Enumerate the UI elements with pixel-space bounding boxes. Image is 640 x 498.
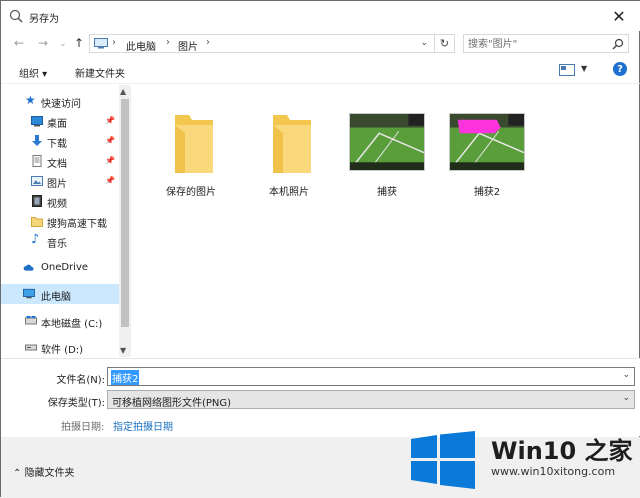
nav-item-local-disk-c[interactable]: 本地磁盘 (C:): [1, 311, 119, 331]
forward-arrow-icon[interactable]: →: [35, 35, 51, 51]
pin-icon: 📌: [105, 156, 115, 165]
back-arrow-icon[interactable]: ←: [11, 35, 27, 51]
star-icon: ★: [25, 93, 36, 107]
date-taken-link[interactable]: 指定拍摄日期: [113, 418, 173, 433]
recent-locations-chevron-icon[interactable]: ⌄: [55, 35, 71, 51]
nav-item-onedrive[interactable]: OneDrive: [1, 258, 119, 278]
document-icon: [32, 155, 42, 167]
nav-item-quick-access[interactable]: ★ 快速访问: [1, 91, 119, 111]
filetype-select[interactable]: 可移植网络图形文件(PNG) ⌄: [107, 390, 635, 409]
image-thumbnail: [449, 113, 525, 171]
folder-icon: [175, 115, 213, 173]
watermark: Win10 之家 www.win10xitong.com: [407, 425, 639, 495]
search-box[interactable]: [463, 34, 629, 53]
search-icon: [612, 38, 624, 50]
file-item-saved-pictures[interactable]: 保存的图片: [143, 95, 239, 198]
search-input[interactable]: [468, 37, 608, 51]
navigation-pane: ★ 快速访问 桌面 📌 下载 📌 文档 📌 图片 📌 视频 搜狗高速下载 ♪ 音…: [1, 85, 131, 357]
nav-item-documents[interactable]: 文档 📌: [1, 151, 119, 171]
cloud-icon: [23, 264, 34, 271]
filename-field[interactable]: 捕获2 ⌄: [107, 367, 635, 386]
nav-item-sogou-downloads[interactable]: 搜狗高速下载: [1, 211, 119, 231]
drive-icon: [25, 344, 37, 351]
video-icon: [32, 195, 42, 207]
command-bar: 组织 ▾ 新建文件夹 ▼ ?: [1, 58, 640, 84]
filetype-row: 保存类型(T): 可移植网络图形文件(PNG) ⌄: [1, 390, 640, 410]
save-dialog-icon: [9, 9, 23, 23]
breadcrumb-pictures[interactable]: 图片: [178, 38, 198, 53]
picture-icon: [31, 176, 43, 186]
breadcrumb-separator-icon: ›: [112, 37, 116, 48]
nav-item-music[interactable]: ♪ 音乐: [1, 231, 119, 251]
chevron-up-icon: ⌃: [13, 468, 25, 479]
breadcrumb-separator-icon: ›: [206, 37, 210, 48]
view-options-icon[interactable]: [559, 64, 575, 76]
refresh-button[interactable]: ↻: [435, 34, 455, 53]
scroll-up-icon[interactable]: ▲: [120, 87, 126, 96]
nav-item-desktop[interactable]: 桌面 📌: [1, 111, 119, 131]
date-taken-label: 拍摄日期:: [61, 422, 105, 433]
hide-folders-button[interactable]: ⌃ 隐藏文件夹: [13, 464, 75, 479]
up-arrow-icon[interactable]: ↑: [71, 35, 87, 51]
music-icon: ♪: [31, 232, 40, 247]
scroll-thumb[interactable]: [121, 99, 129, 327]
computer-icon: [94, 38, 108, 49]
computer-icon: [23, 288, 35, 299]
desktop-icon: [31, 116, 43, 127]
download-icon: [32, 135, 42, 146]
folder-icon: [273, 115, 311, 173]
file-item-capture[interactable]: 捕获: [339, 95, 435, 198]
breadcrumb-this-pc[interactable]: 此电脑: [126, 38, 156, 53]
watermark-title: Win10 之家: [491, 437, 633, 465]
window-title: 另存为: [29, 14, 59, 25]
view-dropdown-icon[interactable]: ▼: [581, 64, 587, 73]
file-item-capture2[interactable]: 捕获2: [439, 95, 535, 198]
watermark-url: www.win10xitong.com: [491, 465, 616, 478]
address-row: ← → ⌄ ↑ › 此电脑 › 图片 › ⌄ ↻: [1, 31, 640, 55]
filename-value[interactable]: 捕获2: [111, 370, 140, 385]
new-folder-button[interactable]: 新建文件夹: [75, 65, 125, 80]
file-list: 保存的图片 本机照片 捕获 捕获2: [133, 85, 639, 357]
address-dropdown-icon[interactable]: ⌄: [420, 38, 428, 48]
chevron-down-icon[interactable]: ⌄: [622, 393, 630, 403]
organize-button[interactable]: 组织 ▾: [19, 65, 47, 80]
folder-icon: [31, 217, 43, 227]
pin-icon: 📌: [105, 136, 115, 145]
nav-item-pictures[interactable]: 图片 📌: [1, 171, 119, 191]
save-as-dialog: 另存为 ✕ ← → ⌄ ↑ › 此电脑 › 图片 › ⌄ ↻ 搜索"图片" 组织…: [0, 0, 640, 498]
file-item-camera-roll[interactable]: 本机照片: [241, 95, 337, 198]
close-button[interactable]: ✕: [597, 1, 640, 31]
filetype-label: 保存类型(T):: [47, 398, 105, 409]
nav-item-software-d[interactable]: 软件 (D:): [1, 337, 119, 357]
title-bar: 另存为 ✕: [1, 1, 640, 31]
chevron-down-icon[interactable]: ⌄: [622, 370, 630, 380]
filename-row: 文件名(N): 捕获2 ⌄: [1, 367, 640, 387]
pin-icon: 📌: [105, 176, 115, 185]
filetype-value: 可移植网络图形文件(PNG): [112, 398, 232, 409]
nav-item-downloads[interactable]: 下载 📌: [1, 131, 119, 151]
navigation-scrollbar[interactable]: ▲ ▼: [119, 85, 131, 357]
drive-icon: [25, 316, 37, 325]
pin-icon: 📌: [105, 116, 115, 125]
help-icon[interactable]: ?: [613, 62, 627, 76]
breadcrumb-separator-icon: ›: [166, 37, 170, 48]
scroll-down-icon[interactable]: ▼: [120, 346, 126, 355]
nav-item-this-pc[interactable]: 此电脑: [1, 284, 119, 304]
windows-logo-icon: [411, 431, 475, 489]
nav-item-videos[interactable]: 视频: [1, 191, 119, 211]
filename-label: 文件名(N):: [56, 375, 105, 386]
image-thumbnail: [349, 113, 425, 171]
address-bar[interactable]: › 此电脑 › 图片 › ⌄: [89, 34, 435, 53]
